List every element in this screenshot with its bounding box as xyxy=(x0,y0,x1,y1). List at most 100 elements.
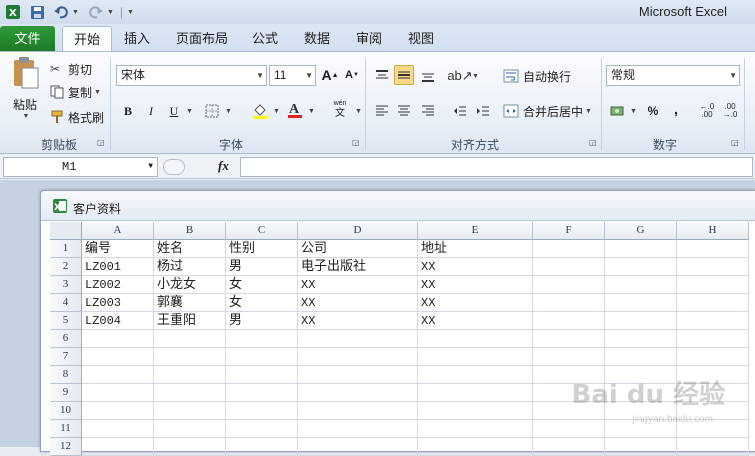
cell-c11[interactable] xyxy=(226,420,298,438)
decrease-indent-icon[interactable] xyxy=(450,101,470,121)
clipboard-launcher-icon[interactable]: ◲ xyxy=(97,138,107,148)
cell-c5[interactable]: 男 xyxy=(226,312,298,330)
cell-h3[interactable] xyxy=(677,276,749,294)
column-header-e[interactable]: E xyxy=(418,222,533,240)
cell-c7[interactable] xyxy=(226,348,298,366)
chevron-down-icon[interactable]: ▼ xyxy=(729,66,737,85)
cell-b10[interactable] xyxy=(154,402,226,420)
column-header-d[interactable]: D xyxy=(298,222,418,240)
cell-d10[interactable] xyxy=(298,402,418,420)
cell-a10[interactable] xyxy=(82,402,154,420)
align-middle-icon[interactable] xyxy=(394,65,414,85)
cell-g7[interactable] xyxy=(605,348,677,366)
redo-icon[interactable] xyxy=(87,3,105,21)
cell-e5[interactable]: XX xyxy=(418,312,533,330)
cell-f4[interactable] xyxy=(533,294,605,312)
paste-button[interactable]: 粘贴 ▼ xyxy=(8,56,42,134)
cell-g4[interactable] xyxy=(605,294,677,312)
cell-a3[interactable]: LZ002 xyxy=(82,276,154,294)
grow-font-icon[interactable]: A ▲ xyxy=(320,65,340,85)
paste-dropdown-icon[interactable]: ▼ xyxy=(23,113,30,120)
column-header-h[interactable]: H xyxy=(677,222,749,240)
cell-c10[interactable] xyxy=(226,402,298,420)
copy-button[interactable]: 复制 ▼ xyxy=(50,83,101,101)
number-launcher-icon[interactable]: ◲ xyxy=(731,138,741,148)
tab-file[interactable]: 文件 xyxy=(0,26,55,51)
cell-d1[interactable]: 公司 xyxy=(298,240,418,258)
bold-button[interactable]: B xyxy=(118,101,138,121)
borders-dropdown-icon[interactable]: ▼ xyxy=(225,108,232,115)
formula-input[interactable] xyxy=(240,157,753,177)
cell-b6[interactable] xyxy=(154,330,226,348)
cell-f11[interactable] xyxy=(533,420,605,438)
cell-e3[interactable]: XX xyxy=(418,276,533,294)
copy-dropdown-icon[interactable]: ▼ xyxy=(94,89,101,96)
chevron-down-icon[interactable]: ▼ xyxy=(305,66,313,85)
column-header-c[interactable]: C xyxy=(226,222,298,240)
format-painter-button[interactable]: 格式刷 xyxy=(50,108,104,126)
increase-indent-icon[interactable] xyxy=(473,101,493,121)
cell-e4[interactable]: XX xyxy=(418,294,533,312)
cell-d7[interactable] xyxy=(298,348,418,366)
cell-f6[interactable] xyxy=(533,330,605,348)
cell-c1[interactable]: 性别 xyxy=(226,240,298,258)
align-left-icon[interactable] xyxy=(372,101,392,121)
column-header-b[interactable]: B xyxy=(154,222,226,240)
cell-e9[interactable] xyxy=(418,384,533,402)
row-header-5[interactable]: 5 xyxy=(50,312,82,330)
cell-b1[interactable]: 姓名 xyxy=(154,240,226,258)
column-header-g[interactable]: G xyxy=(605,222,677,240)
phonetic-dropdown-icon[interactable]: ▼ xyxy=(355,108,362,115)
row-header-8[interactable]: 8 xyxy=(50,366,82,384)
cell-f5[interactable] xyxy=(533,312,605,330)
number-format-combo[interactable]: 常规 ▼ xyxy=(606,65,740,86)
cell-h5[interactable] xyxy=(677,312,749,330)
row-header-4[interactable]: 4 xyxy=(50,294,82,312)
column-header-f[interactable]: F xyxy=(533,222,605,240)
tab-page-layout[interactable]: 页面布局 xyxy=(168,26,236,51)
cell-a7[interactable] xyxy=(82,348,154,366)
cell-h12[interactable] xyxy=(677,438,749,456)
cell-e6[interactable] xyxy=(418,330,533,348)
underline-button[interactable]: U xyxy=(164,101,184,121)
font-name-combo[interactable]: 宋体 ▼ xyxy=(116,65,267,86)
italic-button[interactable]: I xyxy=(141,101,161,121)
excel-logo-icon[interactable]: X xyxy=(4,3,22,21)
row-header-11[interactable]: 11 xyxy=(50,420,82,438)
chevron-down-icon[interactable]: ▼ xyxy=(256,66,264,85)
cell-a8[interactable] xyxy=(82,366,154,384)
cell-f12[interactable] xyxy=(533,438,605,456)
cell-e1[interactable]: 地址 xyxy=(418,240,533,258)
cell-g6[interactable] xyxy=(605,330,677,348)
cell-e7[interactable] xyxy=(418,348,533,366)
font-color-dropdown-icon[interactable]: ▼ xyxy=(308,108,315,115)
cell-e12[interactable] xyxy=(418,438,533,456)
cell-c6[interactable] xyxy=(226,330,298,348)
increase-decimal-icon[interactable]: ←.0.00 xyxy=(696,101,718,121)
font-launcher-icon[interactable]: ◲ xyxy=(352,138,362,148)
tab-home[interactable]: 开始 xyxy=(62,26,112,52)
cell-c4[interactable]: 女 xyxy=(226,294,298,312)
font-size-combo[interactable]: 11 ▼ xyxy=(269,65,316,86)
cell-b2[interactable]: 杨过 xyxy=(154,258,226,276)
comma-style-button[interactable]: , xyxy=(666,99,686,119)
tab-insert[interactable]: 插入 xyxy=(114,26,160,51)
fill-color-dropdown-icon[interactable]: ▼ xyxy=(273,108,280,115)
cell-a9[interactable] xyxy=(82,384,154,402)
cell-a6[interactable] xyxy=(82,330,154,348)
cell-b4[interactable]: 郭襄 xyxy=(154,294,226,312)
row-header-12[interactable]: 12 xyxy=(50,438,82,456)
align-top-icon[interactable] xyxy=(372,66,392,86)
cell-a12[interactable] xyxy=(82,438,154,456)
underline-dropdown-icon[interactable]: ▼ xyxy=(186,108,193,115)
cell-h6[interactable] xyxy=(677,330,749,348)
tab-review[interactable]: 审阅 xyxy=(348,26,390,51)
cell-e8[interactable] xyxy=(418,366,533,384)
cell-c8[interactable] xyxy=(226,366,298,384)
cell-h7[interactable] xyxy=(677,348,749,366)
cell-a11[interactable] xyxy=(82,420,154,438)
cell-d9[interactable] xyxy=(298,384,418,402)
save-icon[interactable] xyxy=(28,3,46,21)
accounting-format-icon[interactable] xyxy=(608,101,628,121)
undo-dropdown-icon[interactable]: ▼ xyxy=(72,9,79,16)
